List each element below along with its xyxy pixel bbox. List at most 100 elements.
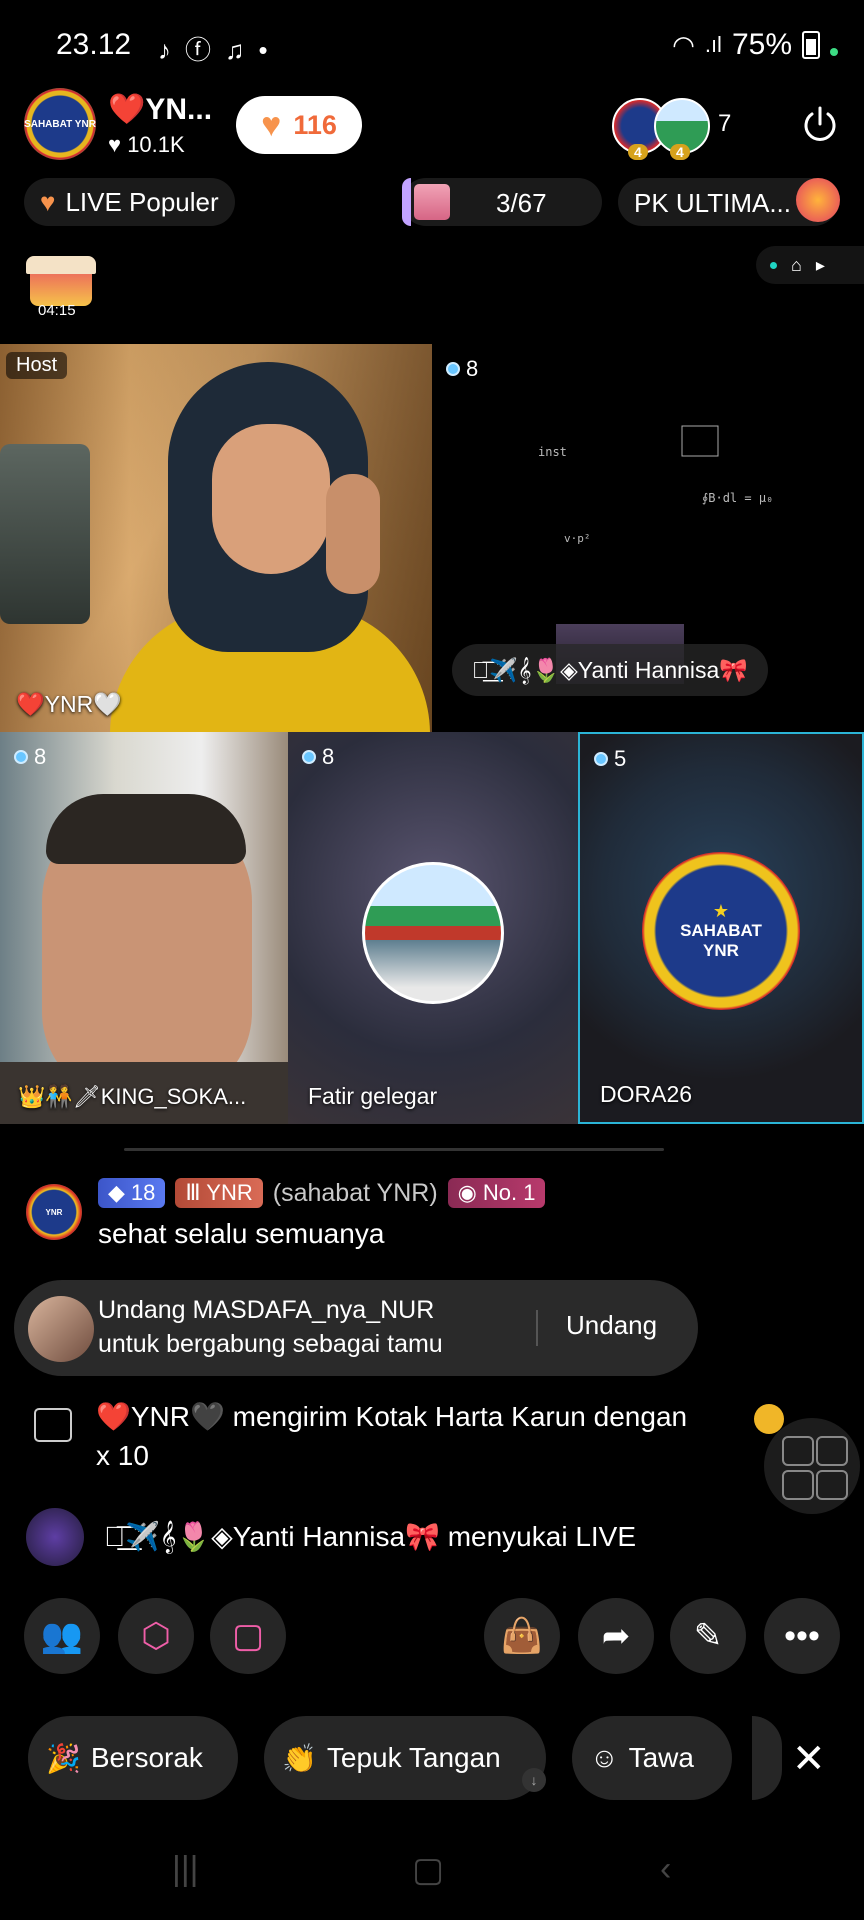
liker-avatar[interactable] [26, 1508, 84, 1566]
back-icon[interactable]: ‹ [660, 1850, 671, 1889]
invite-guest-banner: Undang MASDAFA_nya_NUR untuk bergabung s… [14, 1280, 698, 1376]
dot-icon: • [258, 35, 282, 65]
host-avatar[interactable]: SAHABAT YNR [24, 88, 96, 160]
host-hand [326, 474, 380, 594]
guest-name-pill[interactable]: ⸺͟͞✈️𝄞🌷◈Yanti Hannisa🎀 [452, 644, 768, 696]
gem-icon [14, 750, 28, 764]
home-icon: ⌂ [791, 254, 802, 275]
medal-icon: ◉ [457, 1180, 477, 1205]
invite-avatar [28, 1296, 94, 1362]
power-icon[interactable] [800, 104, 840, 144]
clap-icon: 👏 [282, 1742, 317, 1774]
guest-score: 8 [446, 356, 478, 382]
more-icon: ••• [784, 1616, 820, 1655]
reaction-more[interactable] [752, 1716, 782, 1800]
svg-text:inst: inst [538, 445, 567, 459]
fan-icon: Ⅲ [185, 1180, 207, 1205]
reaction-cheer[interactable]: 🎉 Bersorak [28, 1716, 238, 1800]
guest-avatar[interactable] [362, 862, 504, 1004]
treasure-chest[interactable]: 04:15 [24, 256, 98, 320]
cube-icon: ⬡ [141, 1617, 171, 1655]
heart-icon: ♥ [108, 132, 128, 157]
recent-apps-icon[interactable]: ||| [172, 1850, 199, 1889]
bag-icon: 👜 [500, 1617, 544, 1655]
gem-icon [594, 752, 608, 766]
svg-text:v·p²: v·p² [564, 532, 591, 544]
clock: 23.12 [56, 28, 132, 61]
wifi-icon: ◠ [672, 29, 695, 60]
follow-count: 116 [293, 109, 337, 140]
privacy-dot-icon [830, 48, 838, 56]
live-popular-button[interactable]: ♥ LIVE Populer [24, 178, 235, 226]
chest-lid [26, 256, 96, 274]
reaction-laugh[interactable]: ☺ Tawa [572, 1716, 732, 1800]
whiteboard-scribble: inst ∮B·dl = μ₀ v·p² [538, 425, 773, 544]
tiktok-lite-icon: ♫ [225, 35, 259, 65]
heart-icon: ♥ [40, 186, 56, 217]
chat-username[interactable]: (sahabat YNR) [273, 1179, 438, 1208]
live-dot-icon [770, 261, 777, 269]
gem-icon [446, 362, 460, 376]
guest-hair [46, 794, 246, 864]
gift-quantity: x 10 [96, 1440, 149, 1471]
guest-name: DORA26 [600, 1081, 693, 1107]
share-icon: ➦ [601, 1617, 631, 1655]
shop-button[interactable]: 👜 [484, 1598, 560, 1674]
arrow-down-icon: ↓ [522, 1768, 546, 1792]
svg-text:∮B·dl = μ₀: ∮B·dl = μ₀ [702, 491, 773, 505]
reaction-clap[interactable]: 👏 Tepuk Tangan [264, 1716, 546, 1800]
guest-video-yanti[interactable]: 8 inst ∮B·dl = μ₀ v·p² ⸺͟͞✈️𝄞🌷◈Yanti Han… [432, 344, 864, 732]
divider [124, 1148, 664, 1151]
viewer-avatar[interactable]: 4 [654, 98, 710, 160]
pk-ultimate-banner[interactable]: PK ULTIMA... [618, 178, 840, 226]
treasure-box-icon [34, 1408, 72, 1442]
like-text: ⸺͟͞✈️𝄞🌷◈Yanti Hannisa🎀 menyukai LIVE [104, 1521, 637, 1552]
notification-icons: ♪ⓕ♫• [158, 30, 282, 67]
effects-button[interactable]: ⬡ [118, 1598, 194, 1674]
host-video[interactable]: Host ❤️YNR🤍 [0, 344, 432, 732]
guest-video-king[interactable]: 8 👑🧑‍🤝‍🧑🗡KING_SOKA... [0, 732, 288, 1124]
invite-button[interactable]: Undang [566, 1310, 657, 1341]
gem-icon [302, 750, 316, 764]
layout-grid-button[interactable] [764, 1418, 860, 1514]
guest-avatar[interactable]: ★ SAHABAT YNR [642, 852, 800, 1010]
host-tag: Host [6, 352, 68, 379]
guest-name: 👑🧑‍🤝‍🧑🗡KING_SOKA... [18, 1084, 247, 1109]
magic-wand-icon: ✎ [693, 1617, 723, 1655]
laugh-icon: ☺ [590, 1742, 619, 1773]
more-button[interactable]: ••• [764, 1598, 840, 1674]
gift-goal-progress[interactable]: 3/67 [402, 178, 602, 226]
home-icon[interactable]: ▢ [412, 1850, 444, 1890]
diamond-icon: ◆ [108, 1180, 125, 1205]
guest-name: Fatir gelegar [308, 1083, 438, 1109]
share-button[interactable]: ➦ [578, 1598, 654, 1674]
viewer-count[interactable]: 7 [718, 110, 731, 138]
users-icon: 👥 [40, 1617, 84, 1655]
host-video-name: ❤️YNR🤍 [16, 691, 122, 717]
signal-icon: .ıl [704, 32, 722, 57]
invite-line1: Undang MASDAFA_nya_NUR [98, 1296, 435, 1324]
chat-avatar[interactable]: YNR [26, 1184, 82, 1240]
star-icon: ★ [712, 901, 730, 921]
edit-button[interactable]: ✎ [670, 1598, 746, 1674]
heart-icon: ♥ [261, 105, 282, 144]
follow-button[interactable]: ♥ 116 [236, 96, 362, 154]
grid-cell-icon [816, 1436, 848, 1466]
guest-video-dora[interactable]: 5 ★ SAHABAT YNR DORA26 [578, 732, 864, 1124]
host-likes: ♥ 10.1K [108, 132, 185, 157]
book-button[interactable]: ▢ [210, 1598, 286, 1674]
explore-pill[interactable]: ⌂ ▸ [756, 246, 864, 284]
close-icon[interactable]: ✕ [792, 1736, 826, 1782]
guest-video-fatir[interactable]: 8 Fatir gelegar [288, 732, 578, 1124]
battery-icon [802, 31, 820, 59]
guests-button[interactable]: 👥 [24, 1598, 100, 1674]
gift-text: ❤️YNR🖤 mengirim Kotak Harta Karun dengan [96, 1401, 688, 1432]
status-right: ◠ .ıl 75% [672, 28, 838, 62]
invite-separator [536, 1310, 538, 1346]
level-badge: ◆ 18 [98, 1178, 166, 1208]
book-icon: ▢ [231, 1617, 265, 1655]
guest-score: 8 [302, 744, 334, 770]
grid-cell-icon [782, 1436, 814, 1466]
guest-score: 5 [594, 746, 626, 772]
party-icon: 🎉 [46, 1742, 81, 1774]
